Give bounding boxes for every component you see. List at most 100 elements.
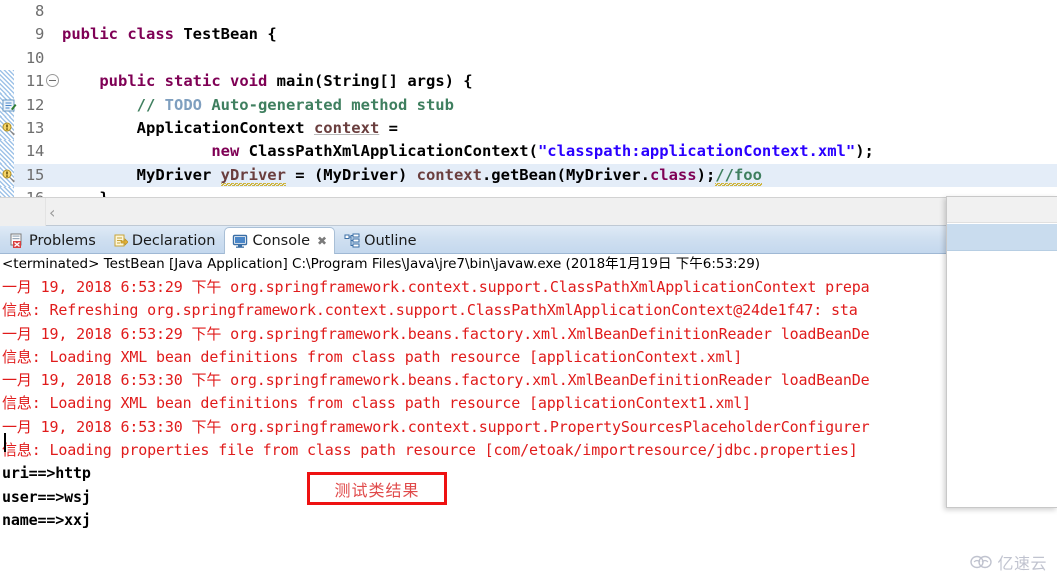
code-line[interactable]: 13 ApplicationContext context = bbox=[0, 116, 1057, 141]
code-text: ApplicationContext context = bbox=[62, 117, 398, 140]
todo-icon[interactable] bbox=[1, 98, 17, 113]
code-token: class bbox=[649, 165, 697, 184]
code-text: new ClassPathXmlApplicationContext("clas… bbox=[62, 140, 874, 163]
code-token: static bbox=[164, 72, 221, 91]
code-line[interactable]: 15 MyDriver yDriver = (MyDriver) context… bbox=[0, 163, 1057, 188]
code-text: public class TestBean { bbox=[62, 23, 277, 46]
console-line: 一月 19, 2018 6:53:30 下午 org.springframewo… bbox=[2, 417, 870, 436]
line-number: 11 bbox=[25, 72, 44, 91]
java-editor[interactable]: 8 9 public class TestBean { 10 11 public sta… bbox=[0, 0, 1057, 197]
tab-label: Problems bbox=[29, 233, 96, 249]
code-text: // TODO Auto-generated method stub bbox=[62, 94, 454, 117]
code-line[interactable]: 14 new ClassPathXmlApplicationContext("c… bbox=[0, 140, 1057, 164]
change-indicator bbox=[0, 187, 14, 197]
console-icon bbox=[232, 233, 248, 249]
watermark-text: 亿速云 bbox=[997, 554, 1047, 573]
tab-label: Console bbox=[252, 233, 311, 249]
code-line[interactable]: 9 public class TestBean { bbox=[0, 23, 1057, 46]
code-token: .getBean(MyDriver. bbox=[481, 165, 650, 184]
code-token: // bbox=[136, 95, 165, 114]
code-token: main(String[] args) { bbox=[267, 72, 473, 91]
warning-icon[interactable] bbox=[1, 121, 15, 136]
declaration-icon bbox=[114, 234, 129, 247]
close-icon[interactable]: ✖ bbox=[317, 234, 327, 248]
line-number: 10 bbox=[25, 48, 44, 67]
line-number: 16 bbox=[14, 187, 44, 197]
code-token: void bbox=[230, 72, 268, 91]
warning-icon[interactable] bbox=[1, 168, 15, 183]
code-token: public bbox=[99, 72, 156, 91]
console-line: 一月 19, 2018 6:53:29 下午 org.springframewo… bbox=[2, 324, 870, 343]
line-number: 15 bbox=[25, 165, 44, 184]
code-token: Auto-generated method stub bbox=[201, 95, 454, 114]
console-icon bbox=[233, 234, 248, 248]
console-launch-header: <terminated> TestBean [Java Application]… bbox=[2, 256, 761, 272]
code-token: "classpath:applicationContext.xml" bbox=[537, 142, 856, 161]
code-token: TODO bbox=[164, 95, 202, 114]
code-line[interactable]: 8 bbox=[0, 0, 1057, 23]
console-line: 信息: Refreshing org.springframework.conte… bbox=[2, 301, 858, 320]
chevron-left-icon[interactable]: ‹ bbox=[49, 203, 55, 222]
code-token: class bbox=[127, 25, 175, 44]
fold-collapse-icon[interactable] bbox=[46, 74, 59, 88]
line-number: 13 bbox=[25, 118, 44, 137]
watermark: 亿速云 bbox=[970, 550, 1047, 574]
change-indicator bbox=[0, 140, 14, 164]
tab-problems[interactable]: Problems bbox=[2, 228, 103, 254]
problems-icon bbox=[9, 233, 25, 249]
code-token: = (MyDriver) bbox=[285, 165, 417, 184]
console-line: 信息: Loading XML bean definitions from cl… bbox=[2, 394, 752, 413]
code-line[interactable]: 12 // TODO Auto-generated method stub bbox=[0, 93, 1057, 117]
code-token: new bbox=[211, 142, 240, 161]
code-token: ClassPathXmlApplicationContext( bbox=[239, 142, 538, 161]
console-caret bbox=[4, 433, 6, 452]
outline-icon bbox=[344, 233, 360, 249]
console-line: name==>xxj bbox=[2, 510, 91, 529]
console-line: 一月 19, 2018 6:53:30 下午 org.springframewo… bbox=[2, 371, 870, 390]
line-number: 8 bbox=[34, 2, 44, 20]
declaration-icon bbox=[112, 233, 129, 249]
code-text: MyDriver yDriver = (MyDriver) context.ge… bbox=[62, 164, 762, 187]
code-token: context bbox=[313, 118, 380, 137]
code-text: public static void main(String[] args) { bbox=[62, 70, 473, 93]
console-output[interactable]: 一月 19, 2018 6:53:29 下午 org.springframewo… bbox=[0, 276, 1057, 582]
code-text: } bbox=[62, 187, 108, 197]
code-token: MyDriver bbox=[62, 165, 221, 184]
tab-label: Declaration bbox=[131, 233, 216, 249]
floating-overlay-panel[interactable] bbox=[946, 196, 1057, 508]
code-lines[interactable]: 8 9 public class TestBean { 10 11 public sta… bbox=[0, 0, 1057, 197]
console-line: 一月 19, 2018 6:53:29 下午 org.springframewo… bbox=[2, 278, 870, 296]
code-line[interactable]: 10 bbox=[0, 47, 1057, 70]
code-line[interactable]: 11 public static void main(String[] args… bbox=[0, 70, 1057, 94]
cloud-icon bbox=[970, 555, 993, 569]
console-line: 信息: Loading XML bean definitions from cl… bbox=[2, 347, 743, 366]
outline-icon bbox=[344, 233, 360, 248]
overlay-header-strip bbox=[947, 197, 1057, 223]
eclipse-ide-window: 8 9 public class TestBean { 10 11 public sta… bbox=[0, 0, 1057, 582]
code-token: yDriver bbox=[220, 165, 286, 186]
code-token: ApplicationContext bbox=[62, 118, 314, 137]
code-token: TestBean { bbox=[174, 25, 277, 44]
annotation-highlight-box: 测试类结果 bbox=[307, 472, 447, 505]
code-token: ); bbox=[696, 165, 716, 184]
view-tab-bar[interactable]: Problems Declaration Console ✖ Outline bbox=[0, 226, 1057, 254]
overlay-selected-row[interactable] bbox=[947, 224, 1057, 251]
console-line: uri==>http bbox=[2, 464, 91, 483]
tab-outline[interactable]: Outline bbox=[337, 228, 423, 254]
line-number: 14 bbox=[25, 142, 44, 161]
console-view[interactable]: <terminated> TestBean [Java Application]… bbox=[0, 254, 1057, 582]
breadcrumb-gutter bbox=[0, 198, 46, 226]
editor-breadcrumb-bar: ‹ bbox=[0, 197, 1057, 226]
tab-declaration[interactable]: Declaration bbox=[105, 228, 223, 254]
console-line: 信息: Loading properties file from class p… bbox=[2, 441, 858, 460]
change-indicator bbox=[0, 70, 14, 94]
line-number: 12 bbox=[25, 95, 44, 114]
tab-console[interactable]: Console ✖ bbox=[224, 227, 336, 254]
code-line[interactable]: 16 } bbox=[0, 187, 1057, 197]
problems-icon bbox=[10, 233, 22, 248]
